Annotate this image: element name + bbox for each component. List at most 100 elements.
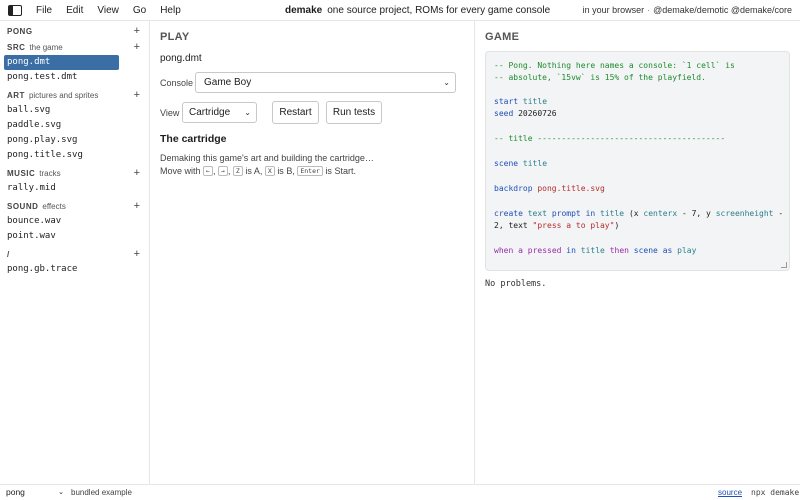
- key-b: X: [264, 166, 275, 176]
- art-header: ART pictures and sprites: [7, 91, 98, 100]
- add-root-button[interactable]: +: [134, 248, 140, 260]
- art-subtitle: pictures and sprites: [28, 91, 99, 100]
- code-create-line: create text prompt in title (x centerx -…: [494, 208, 783, 220]
- code-identifier: centerx: [643, 209, 678, 218]
- chevron-down-icon: ⌄: [443, 78, 450, 87]
- sidebar-item-paddle-svg[interactable]: paddle.svg: [4, 118, 119, 133]
- project-name: PONG: [7, 27, 33, 36]
- separator: ·: [647, 5, 651, 15]
- src-title: SRC: [7, 43, 26, 52]
- play-filename: pong.dmt: [160, 53, 202, 64]
- key-a: Z: [232, 166, 243, 176]
- runtime-label: in your browser: [582, 5, 645, 15]
- view-select[interactable]: Cartridge ⌄: [182, 102, 257, 123]
- game-heading: GAME: [485, 31, 520, 43]
- code-text: 2, text: [494, 221, 528, 230]
- music-title: MUSIC: [7, 169, 36, 178]
- code-identifier: title: [522, 97, 548, 106]
- menu-file[interactable]: File: [36, 5, 52, 16]
- cartridge-heading: The cartridge: [160, 133, 227, 145]
- art-title: ART: [7, 91, 25, 100]
- sidebar-item-pong-play-svg[interactable]: pong.play.svg: [4, 133, 119, 148]
- code-text: (x: [628, 209, 639, 218]
- play-panel: PLAY pong.dmt Console Game Boy ⌄ View Ca…: [150, 21, 475, 484]
- sidebar: PONG + SRC the game + pong.dmt pong.test.…: [0, 21, 150, 484]
- code-keyword: scene: [494, 159, 519, 168]
- code-editor[interactable]: -- Pong. Nothing here names a console: `…: [485, 51, 790, 271]
- controls-is-a: is A,: [245, 166, 263, 176]
- app-name: demake: [285, 5, 323, 16]
- code-number: 20260726: [518, 109, 557, 118]
- controls-is-b: is B,: [277, 166, 295, 176]
- sidebar-item-ball-svg[interactable]: ball.svg: [4, 103, 119, 118]
- code-keyword: backdrop: [494, 184, 533, 193]
- add-art-button[interactable]: +: [134, 89, 140, 101]
- music-header: MUSIC tracks: [7, 169, 61, 178]
- console-select[interactable]: Game Boy ⌄: [195, 72, 456, 93]
- code-section-line: -- title -------------------------------…: [494, 134, 726, 143]
- code-keyword: as: [662, 246, 673, 255]
- code-keyword: create: [494, 209, 523, 218]
- game-panel: GAME -- Pong. Nothing here names a conso…: [475, 21, 800, 484]
- code-text: ): [614, 221, 620, 230]
- app-title: demake one source project, ROMs for every…: [285, 5, 550, 16]
- code-keyword: in: [585, 209, 596, 218]
- code-string: pong.title.svg: [537, 184, 605, 193]
- controls-hint: Move with ←, →, Z is A, X is B, Enter is…: [160, 166, 356, 176]
- add-music-button[interactable]: +: [134, 167, 140, 179]
- code-start-line: start title: [494, 96, 547, 108]
- sound-header: SOUND effects: [7, 202, 66, 211]
- code-identifier: text: [527, 209, 547, 218]
- code-comment-line: -- Pong. Nothing here names a console: `…: [494, 61, 735, 70]
- menu-view[interactable]: View: [97, 5, 119, 16]
- music-subtitle: tracks: [39, 169, 61, 178]
- code-scene-line: scene title: [494, 158, 547, 170]
- code-identifier: screenheight: [715, 209, 774, 218]
- menu-edit[interactable]: Edit: [66, 5, 83, 16]
- source-link[interactable]: source: [718, 488, 742, 497]
- sidebar-item-pong-dmt[interactable]: pong.dmt: [4, 55, 119, 70]
- menu-help[interactable]: Help: [160, 5, 181, 16]
- menu-go[interactable]: Go: [133, 5, 146, 16]
- sidebar-item-pong-test-dmt[interactable]: pong.test.dmt: [4, 70, 119, 85]
- restart-button[interactable]: Restart: [272, 101, 319, 124]
- code-identifier: title: [600, 209, 625, 218]
- code-keyword: when: [494, 246, 514, 255]
- app-tagline: one source project, ROMs for every game …: [327, 5, 551, 16]
- run-tests-button[interactable]: Run tests: [326, 101, 382, 124]
- sidebar-item-pong-gb-trace[interactable]: pong.gb.trace: [4, 262, 119, 277]
- code-identifier: title: [580, 246, 605, 255]
- code-backdrop-line: backdrop pong.title.svg: [494, 183, 605, 195]
- sound-subtitle: effects: [42, 202, 66, 211]
- sound-title: SOUND: [7, 202, 39, 211]
- code-when-line: when a pressed in title then scene as pl…: [494, 245, 696, 257]
- src-subtitle: the game: [29, 43, 63, 52]
- console-value: Game Boy: [204, 77, 252, 88]
- sidebar-item-bounce-wav[interactable]: bounce.wav: [4, 214, 119, 229]
- problems-status: No problems.: [485, 279, 547, 289]
- code-seed-line: seed 20260726: [494, 108, 557, 120]
- code-create-line-cont: 2, text "press a to play"): [494, 220, 619, 232]
- resize-handle-icon[interactable]: [781, 262, 787, 268]
- sidebar-item-rally-mid[interactable]: rally.mid: [4, 181, 119, 196]
- add-sound-button[interactable]: +: [134, 200, 140, 212]
- src-header: SRC the game: [7, 43, 63, 52]
- code-string: "press a to play": [532, 221, 615, 230]
- package-links[interactable]: @demake/demotic @demake/core: [653, 5, 792, 15]
- chevron-down-icon: ⌄: [244, 108, 251, 117]
- view-value: Cartridge: [189, 107, 231, 118]
- code-keyword: seed: [494, 109, 514, 118]
- code-identifier: title: [522, 159, 548, 168]
- sidebar-item-point-wav[interactable]: point.wav: [4, 229, 119, 244]
- code-keyword: start: [494, 97, 519, 106]
- sidebar-item-pong-title-svg[interactable]: pong.title.svg: [4, 148, 119, 163]
- root-title: /: [7, 250, 10, 259]
- add-src-button[interactable]: +: [134, 41, 140, 53]
- code-identifier: play: [677, 246, 697, 255]
- cartridge-status: Demaking this game's art and building th…: [160, 153, 374, 163]
- add-project-button[interactable]: +: [134, 25, 140, 37]
- project-select[interactable]: pong ⌄: [6, 487, 64, 498]
- sidebar-toggle-icon[interactable]: [8, 4, 22, 16]
- code-keyword: then: [609, 246, 629, 255]
- view-label: View: [160, 108, 180, 118]
